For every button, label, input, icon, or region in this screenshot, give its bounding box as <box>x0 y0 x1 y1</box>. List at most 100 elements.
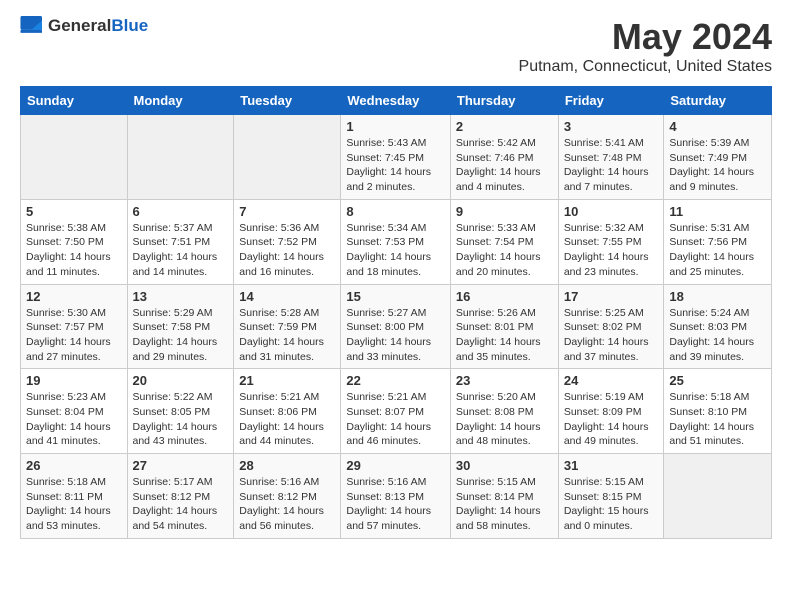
day-info: Sunrise: 5:18 AM Sunset: 8:10 PM Dayligh… <box>669 390 766 449</box>
day-number: 13 <box>133 289 229 304</box>
calendar-cell: 7Sunrise: 5:36 AM Sunset: 7:52 PM Daylig… <box>234 199 341 284</box>
location-title: Putnam, Connecticut, United States <box>519 58 772 76</box>
calendar-cell: 11Sunrise: 5:31 AM Sunset: 7:56 PM Dayli… <box>664 199 772 284</box>
day-number: 30 <box>456 458 553 473</box>
calendar-cell: 23 Sunrise: 5:20 AM Sunset: 8:08 PM Dayli… <box>450 369 558 454</box>
day-number: 29 <box>346 458 445 473</box>
day-info: Sunrise: 5:20 AM Sunset: 8:08 PM Dayligh… <box>456 390 553 449</box>
calendar-cell: 24 Sunrise: 5:19 AM Sunset: 8:09 PM Dayli… <box>558 369 664 454</box>
week-row-1: 1 Sunrise: 5:43 AM Sunset: 7:45 PM Daylig… <box>21 115 772 200</box>
calendar-cell: 16 Sunrise: 5:26 AM Sunset: 8:01 PM Dayli… <box>450 284 558 369</box>
day-number: 18 <box>669 289 766 304</box>
day-info: Sunrise: 5:42 AM Sunset: 7:46 PM Dayligh… <box>456 136 553 195</box>
header-sunday: Sunday <box>21 87 128 115</box>
calendar-cell: 1 Sunrise: 5:43 AM Sunset: 7:45 PM Daylig… <box>341 115 451 200</box>
day-info: Sunrise: 5:25 AM Sunset: 8:02 PM Dayligh… <box>564 306 659 365</box>
day-info: Sunrise: 5:17 AM Sunset: 8:12 PM Dayligh… <box>133 475 229 534</box>
calendar-cell: 20 Sunrise: 5:22 AM Sunset: 8:05 PM Dayli… <box>127 369 234 454</box>
day-info: Sunrise: 5:15 AM Sunset: 8:14 PM Dayligh… <box>456 475 553 534</box>
day-info: Sunrise: 5:24 AM Sunset: 8:03 PM Dayligh… <box>669 306 766 365</box>
day-number: 28 <box>239 458 335 473</box>
day-number: 26 <box>26 458 122 473</box>
calendar-cell <box>127 115 234 200</box>
logo-blue: Blue <box>111 16 148 35</box>
day-number: 25 <box>669 373 766 388</box>
day-number: 27 <box>133 458 229 473</box>
calendar-cell <box>664 454 772 539</box>
header-row: SundayMondayTuesdayWednesdayThursdayFrid… <box>21 87 772 115</box>
header-wednesday: Wednesday <box>341 87 451 115</box>
day-info: Sunrise: 5:33 AM Sunset: 7:54 PM Dayligh… <box>456 221 553 280</box>
day-info: Sunrise: 5:16 AM Sunset: 8:13 PM Dayligh… <box>346 475 445 534</box>
day-number: 12 <box>26 289 122 304</box>
title-area: May 2024 Putnam, Connecticut, United Sta… <box>519 16 772 76</box>
calendar-cell: 19Sunrise: 5:23 AM Sunset: 8:04 PM Dayli… <box>21 369 128 454</box>
calendar: SundayMondayTuesdayWednesdayThursdayFrid… <box>20 86 772 539</box>
calendar-cell: 18 Sunrise: 5:24 AM Sunset: 8:03 PM Dayli… <box>664 284 772 369</box>
header-saturday: Saturday <box>664 87 772 115</box>
logo-general: General <box>48 16 111 35</box>
day-number: 9 <box>456 204 553 219</box>
day-info: Sunrise: 5:29 AM Sunset: 7:58 PM Dayligh… <box>133 306 229 365</box>
day-number: 10 <box>564 204 659 219</box>
day-number: 23 <box>456 373 553 388</box>
day-number: 20 <box>133 373 229 388</box>
calendar-cell: 6 Sunrise: 5:37 AM Sunset: 7:51 PM Daylig… <box>127 199 234 284</box>
day-number: 4 <box>669 119 766 134</box>
header: GeneralBlue May 2024 Putnam, Connecticut… <box>20 16 772 76</box>
calendar-cell: 26 Sunrise: 5:18 AM Sunset: 8:11 PM Dayli… <box>21 454 128 539</box>
day-number: 19 <box>26 373 122 388</box>
day-info: Sunrise: 5:38 AM Sunset: 7:50 PM Dayligh… <box>26 221 122 280</box>
calendar-cell: 14Sunrise: 5:28 AM Sunset: 7:59 PM Dayli… <box>234 284 341 369</box>
calendar-cell <box>234 115 341 200</box>
day-info: Sunrise: 5:41 AM Sunset: 7:48 PM Dayligh… <box>564 136 659 195</box>
header-friday: Friday <box>558 87 664 115</box>
day-number: 31 <box>564 458 659 473</box>
day-info: Sunrise: 5:43 AM Sunset: 7:45 PM Dayligh… <box>346 136 445 195</box>
day-number: 7 <box>239 204 335 219</box>
month-title: May 2024 <box>519 16 772 58</box>
day-number: 3 <box>564 119 659 134</box>
calendar-cell: 5Sunrise: 5:38 AM Sunset: 7:50 PM Daylig… <box>21 199 128 284</box>
calendar-cell: 12Sunrise: 5:30 AM Sunset: 7:57 PM Dayli… <box>21 284 128 369</box>
calendar-cell: 31Sunrise: 5:15 AM Sunset: 8:15 PM Dayli… <box>558 454 664 539</box>
day-info: Sunrise: 5:18 AM Sunset: 8:11 PM Dayligh… <box>26 475 122 534</box>
day-number: 22 <box>346 373 445 388</box>
day-info: Sunrise: 5:32 AM Sunset: 7:55 PM Dayligh… <box>564 221 659 280</box>
day-number: 17 <box>564 289 659 304</box>
day-number: 6 <box>133 204 229 219</box>
calendar-cell: 17 Sunrise: 5:25 AM Sunset: 8:02 PM Dayli… <box>558 284 664 369</box>
day-number: 1 <box>346 119 445 134</box>
day-info: Sunrise: 5:39 AM Sunset: 7:49 PM Dayligh… <box>669 136 766 195</box>
calendar-header: SundayMondayTuesdayWednesdayThursdayFrid… <box>21 87 772 115</box>
calendar-cell: 27 Sunrise: 5:17 AM Sunset: 8:12 PM Dayli… <box>127 454 234 539</box>
calendar-cell: 30 Sunrise: 5:15 AM Sunset: 8:14 PM Dayli… <box>450 454 558 539</box>
calendar-cell: 8 Sunrise: 5:34 AM Sunset: 7:53 PM Daylig… <box>341 199 451 284</box>
day-number: 15 <box>346 289 445 304</box>
day-info: Sunrise: 5:37 AM Sunset: 7:51 PM Dayligh… <box>133 221 229 280</box>
calendar-cell: 9 Sunrise: 5:33 AM Sunset: 7:54 PM Daylig… <box>450 199 558 284</box>
calendar-cell: 29 Sunrise: 5:16 AM Sunset: 8:13 PM Dayli… <box>341 454 451 539</box>
day-number: 2 <box>456 119 553 134</box>
logo-text-block: GeneralBlue <box>48 16 148 36</box>
day-info: Sunrise: 5:22 AM Sunset: 8:05 PM Dayligh… <box>133 390 229 449</box>
day-number: 24 <box>564 373 659 388</box>
calendar-cell: 28Sunrise: 5:16 AM Sunset: 8:12 PM Dayli… <box>234 454 341 539</box>
header-thursday: Thursday <box>450 87 558 115</box>
day-info: Sunrise: 5:19 AM Sunset: 8:09 PM Dayligh… <box>564 390 659 449</box>
calendar-cell <box>21 115 128 200</box>
day-number: 8 <box>346 204 445 219</box>
week-row-2: 5Sunrise: 5:38 AM Sunset: 7:50 PM Daylig… <box>21 199 772 284</box>
day-info: Sunrise: 5:21 AM Sunset: 8:06 PM Dayligh… <box>239 390 335 449</box>
day-info: Sunrise: 5:34 AM Sunset: 7:53 PM Dayligh… <box>346 221 445 280</box>
day-number: 11 <box>669 204 766 219</box>
day-number: 21 <box>239 373 335 388</box>
day-number: 16 <box>456 289 553 304</box>
week-row-4: 19Sunrise: 5:23 AM Sunset: 8:04 PM Dayli… <box>21 369 772 454</box>
day-info: Sunrise: 5:26 AM Sunset: 8:01 PM Dayligh… <box>456 306 553 365</box>
header-monday: Monday <box>127 87 234 115</box>
week-row-5: 26 Sunrise: 5:18 AM Sunset: 8:11 PM Dayli… <box>21 454 772 539</box>
calendar-cell: 2 Sunrise: 5:42 AM Sunset: 7:46 PM Daylig… <box>450 115 558 200</box>
calendar-cell: 10 Sunrise: 5:32 AM Sunset: 7:55 PM Dayli… <box>558 199 664 284</box>
calendar-cell: 21 Sunrise: 5:21 AM Sunset: 8:06 PM Dayli… <box>234 369 341 454</box>
